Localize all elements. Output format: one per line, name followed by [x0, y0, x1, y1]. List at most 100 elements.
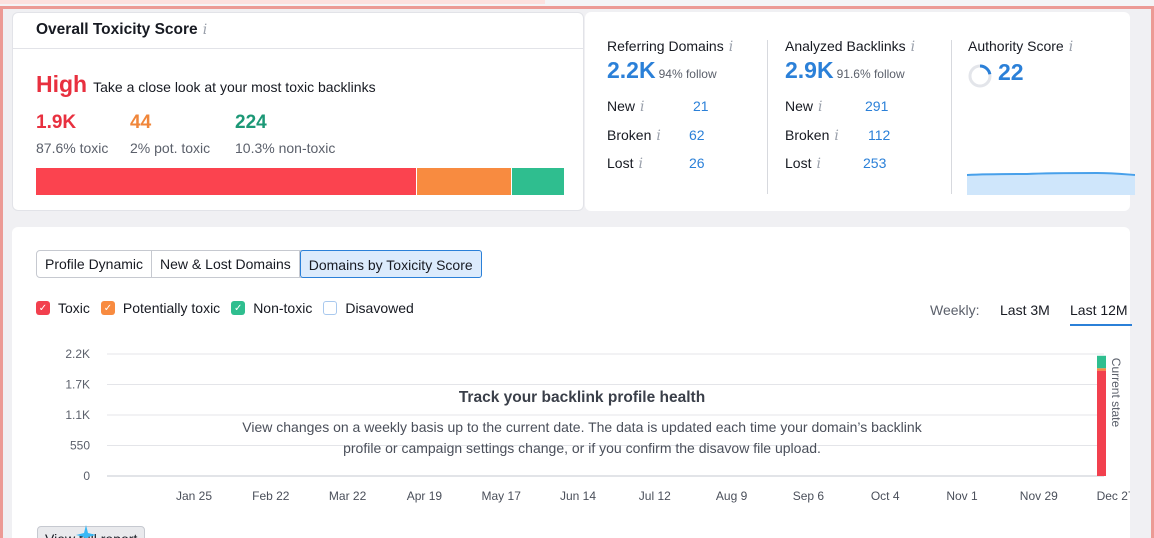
- toxicity-card: Overall Toxicity Score i High Take a clos…: [12, 12, 584, 211]
- period-last-12m[interactable]: Last 12M: [1070, 302, 1132, 326]
- x-tick-label: Dec 27: [1097, 489, 1130, 503]
- toxicity-level-description: Take a close look at your most toxic bac…: [93, 79, 376, 95]
- backlinks-new-value[interactable]: 291: [865, 98, 888, 114]
- chart-empty-description: View changes on a weekly basis up to the…: [242, 419, 922, 456]
- info-icon[interactable]: i: [816, 156, 820, 172]
- x-tick-label: Nov 1: [946, 489, 978, 503]
- referring-broken-row: Broken i 62: [607, 127, 737, 144]
- x-tick-label: Aug 9: [716, 489, 748, 503]
- tab-profile-dynamic[interactable]: Profile Dynamic: [37, 251, 153, 277]
- x-tick-label: May 17: [482, 489, 522, 503]
- toxic-count[interactable]: 1.9K 87.6% toxic: [36, 112, 130, 156]
- info-icon[interactable]: i: [729, 39, 733, 55]
- period-label: Weekly:: [930, 302, 980, 318]
- toxicity-bar-non-toxic[interactable]: [511, 168, 564, 195]
- toxicity-level: High: [36, 71, 88, 97]
- checkbox-unchecked-icon[interactable]: [323, 301, 338, 315]
- legend-disavowed-label: Disavowed: [345, 300, 414, 316]
- referring-broken-label: Broken: [607, 127, 652, 143]
- toxic-count-value[interactable]: 1.9K: [36, 112, 130, 134]
- backlinks-broken-value[interactable]: 112: [868, 127, 890, 143]
- active-underline: [1070, 324, 1132, 326]
- referring-domains-value[interactable]: 2.2K: [607, 57, 656, 84]
- referring-follow-note: 94% follow: [658, 67, 717, 81]
- backlinks-lost-value[interactable]: 253: [863, 155, 886, 171]
- backlinks-broken-row: Broken i 112: [785, 127, 915, 144]
- chart-card: Profile Dynamic New & Lost Domains Domai…: [12, 227, 1132, 538]
- backlink-audit-panel: Overall Toxicity Score i High Take a clos…: [0, 6, 1154, 538]
- legend-non-toxic-label: Non-toxic: [253, 300, 313, 316]
- tab-domains-by-toxicity[interactable]: Domains by Toxicity Score: [299, 250, 482, 278]
- tab-new-lost-domains[interactable]: New & Lost Domains: [152, 251, 300, 277]
- column-divider: [951, 40, 952, 194]
- bar-toxic[interactable]: [1097, 370, 1106, 476]
- toxicity-counts: 1.9K 87.6% toxic 44 2% pot. toxic 224 10…: [36, 112, 335, 156]
- info-icon[interactable]: i: [656, 128, 660, 144]
- info-icon[interactable]: i: [203, 22, 207, 38]
- backlinks-broken-label: Broken: [785, 127, 830, 143]
- non-toxic-count[interactable]: 224 10.3% non-toxic: [235, 112, 335, 156]
- info-icon[interactable]: i: [640, 99, 644, 115]
- x-tick-label: Mar 22: [329, 489, 367, 503]
- backlinks-follow-note: 91.6% follow: [836, 67, 905, 81]
- authority-score-value[interactable]: 22: [998, 59, 1024, 86]
- analyzed-backlinks-value[interactable]: 2.9K: [785, 57, 834, 84]
- chart-tabs: Profile Dynamic New & Lost Domains Domai…: [36, 250, 482, 278]
- analyzed-backlinks-title: Analyzed Backlinks: [785, 38, 906, 54]
- referring-new-row: New i 21: [607, 98, 737, 115]
- bar-potentially-toxic[interactable]: [1097, 368, 1106, 371]
- referring-new-value[interactable]: 21: [693, 98, 709, 114]
- info-icon[interactable]: i: [834, 128, 838, 144]
- info-icon[interactable]: i: [1069, 39, 1073, 55]
- legend-potentially-toxic[interactable]: ✓ Potentially toxic: [100, 300, 221, 316]
- non-toxic-count-value[interactable]: 224: [235, 112, 335, 134]
- legend-non-toxic[interactable]: ✓ Non-toxic: [231, 300, 312, 316]
- toxicity-bar-toxic[interactable]: [36, 168, 417, 195]
- authority-sparkline: [967, 171, 1135, 195]
- y-tick-label: 550: [70, 439, 90, 453]
- column-divider: [767, 40, 768, 194]
- info-icon[interactable]: i: [818, 99, 822, 115]
- referring-new-label: New: [607, 98, 636, 114]
- x-tick-label: Jun 14: [560, 489, 596, 503]
- checkbox-checked-icon[interactable]: ✓: [231, 301, 246, 315]
- checkbox-checked-icon[interactable]: ✓: [100, 301, 115, 315]
- potentially-toxic-count-value[interactable]: 44: [130, 112, 235, 134]
- period-last-12m-label[interactable]: Last 12M: [1070, 302, 1128, 318]
- authority-ring-icon: [968, 64, 992, 88]
- y-tick-label: 1.1K: [65, 408, 90, 422]
- toxicity-title: Overall Toxicity Score: [36, 21, 198, 38]
- x-tick-label: Jan 25: [176, 489, 212, 503]
- sparkle-icon: [76, 525, 96, 538]
- legend-toxic-label: Toxic: [58, 300, 90, 316]
- referring-domains-block: Referring Domains i 2.2K 94% follow: [607, 38, 733, 84]
- bar-non-toxic[interactable]: [1097, 355, 1106, 369]
- toxicity-bar-potentially-toxic[interactable]: [416, 168, 512, 195]
- checkbox-checked-icon[interactable]: ✓: [36, 301, 50, 315]
- legend-toxic[interactable]: ✓ Toxic: [36, 300, 90, 316]
- referring-lost-label: Lost: [607, 155, 634, 171]
- referring-domains-title: Referring Domains: [607, 38, 724, 54]
- info-icon[interactable]: i: [638, 156, 642, 172]
- info-icon[interactable]: i: [911, 39, 915, 55]
- referring-lost-value[interactable]: 26: [689, 155, 705, 171]
- x-tick-label: Sep 6: [793, 489, 825, 503]
- y-tick-label: 2.2K: [65, 347, 90, 361]
- backlinks-lost-label: Lost: [785, 155, 812, 171]
- authority-score-block: Authority Score i 22: [968, 38, 1073, 88]
- legend-potentially-toxic-label: Potentially toxic: [122, 300, 221, 316]
- backlinks-new-label: New: [785, 98, 814, 114]
- period-last-3m[interactable]: Last 3M: [1000, 302, 1050, 318]
- x-tick-label: Nov 29: [1020, 489, 1058, 503]
- top-strip: [0, 0, 545, 4]
- x-tick-label: Apr 19: [407, 489, 443, 503]
- potentially-toxic-count[interactable]: 44 2% pot. toxic: [130, 112, 235, 156]
- x-tick-label: Oct 4: [871, 489, 900, 503]
- referring-broken-value[interactable]: 62: [689, 127, 705, 143]
- toxicity-bar: [36, 168, 564, 195]
- non-toxic-count-label: 10.3% non-toxic: [235, 140, 336, 156]
- legend-disavowed[interactable]: Disavowed: [323, 300, 414, 316]
- x-tick-label: Jul 12: [639, 489, 671, 503]
- toxic-count-label: 87.6% toxic: [36, 140, 109, 156]
- chart-empty-title: Track your backlink profile health: [458, 389, 706, 406]
